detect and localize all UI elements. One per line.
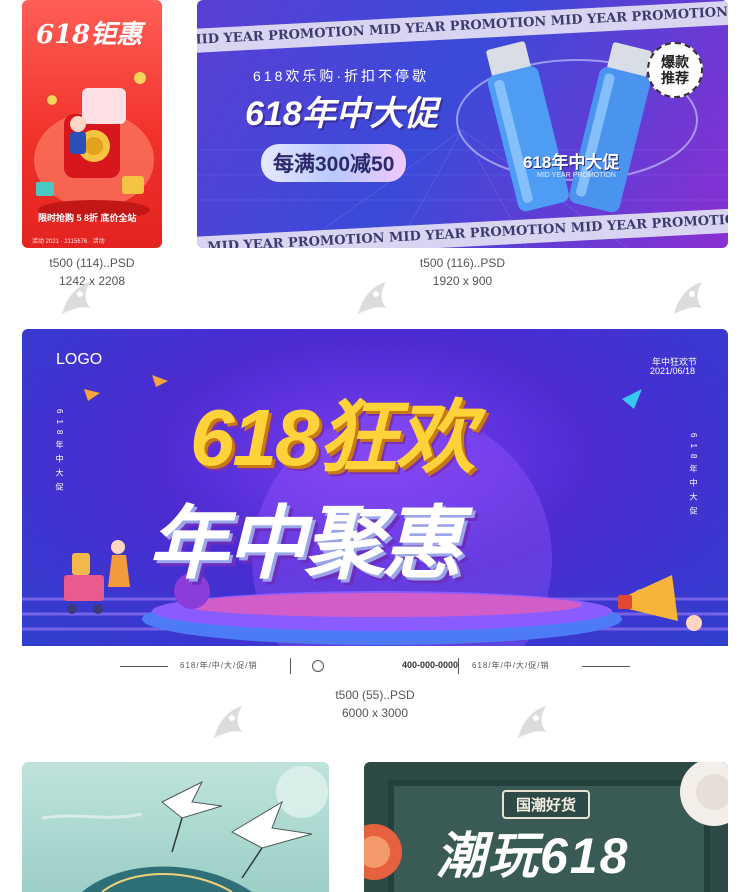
poster-headline: 618钜惠 [36,20,143,50]
banner-corner-date: 2021/06/18 [650,366,696,376]
banner-headline-1: 618狂欢 [190,393,475,482]
right-vertical-text: 618年中大促 [689,433,698,521]
file-name[interactable]: t500 (114)..PSD [22,254,162,272]
shopper-illustration [64,540,130,614]
item-3-caption: t500 (55)..PSD 6000 x 3000 [22,686,728,722]
banner-tagline: 618欢乐购·折扣不停歇 [253,68,430,84]
product-bottles [486,41,652,213]
thumbnail-item-3[interactable]: LOGO 年中狂欢节 2021/06/18 618狂欢 年中聚惠 618年中大促… [22,329,728,684]
watermark-icon [358,282,386,314]
banner-footer-strip: 618/年/中/大/促/销 400-000-0000 618/年/中/大/促/销 [22,646,728,684]
strip-phone: 400-000-0000 [402,660,459,670]
watermark-icon [674,282,702,314]
banner-artwork: LOGO 年中狂欢节 2021/06/18 618狂欢 年中聚惠 618年中大促… [22,329,728,646]
ring-headline: 618年中大促 [523,153,620,172]
guochao-badge: 国潮好货 [502,790,591,819]
hot-badge: 爆款 推荐 [647,42,703,98]
thumbnail-item-1[interactable]: 618钜惠 限时抢购 5 8折 底价全站 活动 2021 · 2115676 ·… [22,0,162,248]
watermark-icon [518,706,546,738]
thumbnail-item-2[interactable]: MID YEAR PROMOTION MID YEAR PROMOTION MI… [197,0,728,248]
banner-logo: LOGO [56,351,103,368]
image-dimensions: 6000 x 3000 [341,706,409,720]
poster-footer-text: 限时抢购 5 8折 底价全站 [38,213,137,223]
thumbnail-item-5[interactable]: 国潮好货 潮玩618 [364,762,728,892]
banner-headline: 618年中大促 [245,95,438,133]
image-dimensions: 1920 x 900 [432,274,493,288]
banner-headline-2: 年中聚惠 [148,499,462,588]
ring-subtext: MID YEAR PROMOTION [537,172,616,179]
file-name[interactable]: t500 (55)..PSD [22,686,728,704]
guochao-headline: 潮玩618 [436,828,630,884]
file-name[interactable]: t500 (116)..PSD [197,254,728,272]
left-vertical-text: 618年中大促 [55,409,64,497]
poster-fine-print: 活动 2021 · 2115676 · 活动 [32,239,105,245]
banner-discount-pill: 每满300减50 [261,144,407,182]
watermark-icon [62,282,90,314]
poster-illustration [34,72,154,220]
watermark-icon [214,706,242,738]
cranes-illustration [41,766,328,892]
thumbnail-item-4[interactable] [22,762,329,892]
item-2-caption: t500 (116)..PSD 1920 x 900 [197,254,728,290]
phone-icon [312,660,324,672]
megaphone-illustration [618,575,702,631]
